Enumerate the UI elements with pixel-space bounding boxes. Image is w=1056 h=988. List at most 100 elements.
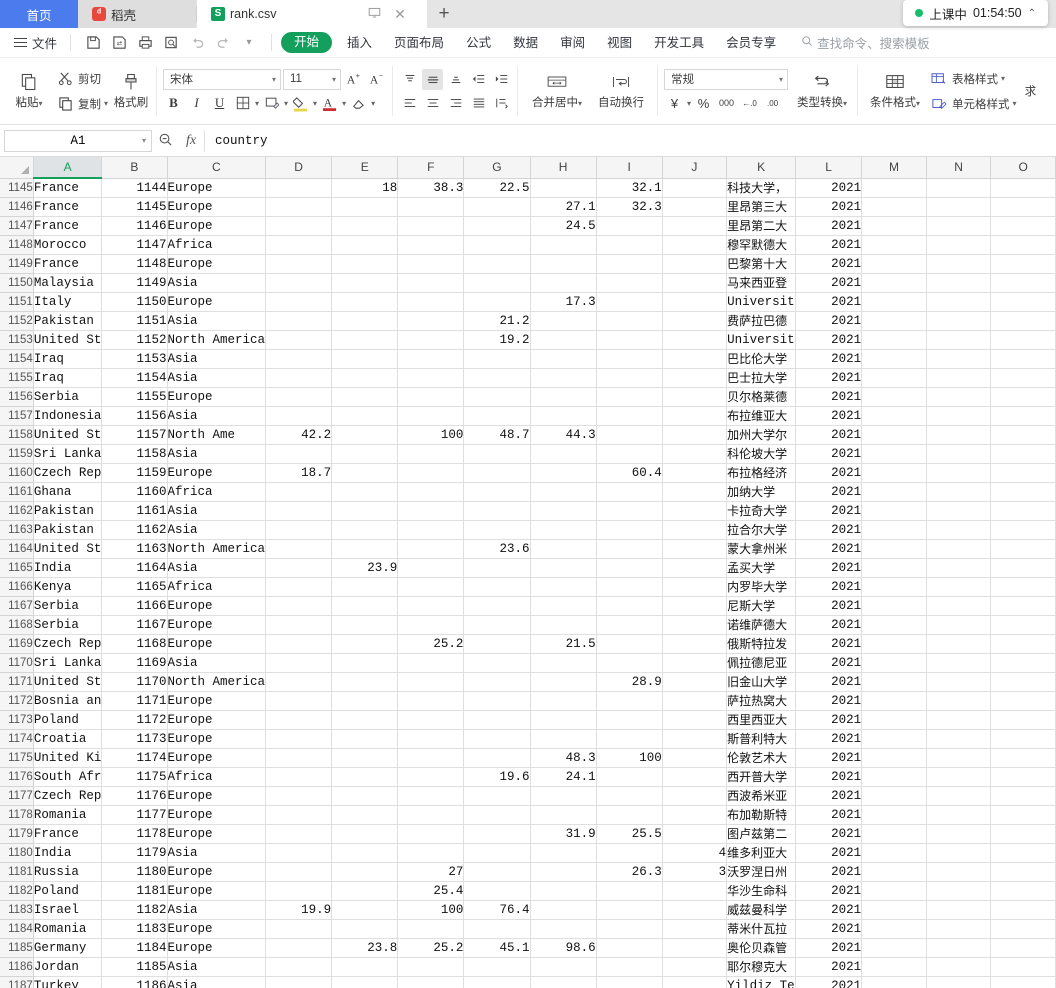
chevron-down-icon[interactable]: ▾ <box>142 136 146 146</box>
cell-L1175[interactable]: 2021 <box>795 748 863 768</box>
cell-B1176[interactable]: 1175 <box>101 767 168 787</box>
cell-K1176[interactable]: 西开普大学 <box>726 767 797 787</box>
cell-D1171[interactable] <box>265 672 333 692</box>
cell-D1151[interactable] <box>265 292 333 312</box>
cell-D1170[interactable] <box>265 653 333 673</box>
row-header-1162[interactable]: 1162 <box>0 501 34 521</box>
cell-C1181[interactable]: Europe <box>167 862 267 882</box>
cell-L1177[interactable]: 2021 <box>795 786 863 806</box>
chevron-down-icon[interactable]: ▾ <box>313 99 317 108</box>
cell-N1166[interactable] <box>926 577 992 597</box>
cell-N1157[interactable] <box>926 406 992 426</box>
type-convert-button[interactable]: 类型转换▾ <box>792 60 852 122</box>
cell-K1147[interactable]: 里昂第二大 <box>726 216 797 236</box>
cell-G1150[interactable] <box>463 273 531 293</box>
ribbon-tab-data[interactable]: 数据 <box>502 28 549 58</box>
cell-A1161[interactable]: Ghana <box>33 482 103 502</box>
cell-A1184[interactable]: Romania <box>33 919 103 939</box>
row-header-1170[interactable]: 1170 <box>0 653 34 673</box>
cell-J1165[interactable] <box>662 558 728 578</box>
cell-B1159[interactable]: 1158 <box>101 444 168 464</box>
format-painter-button[interactable]: 格式刷 <box>111 60 151 122</box>
cell-J1167[interactable] <box>662 596 728 616</box>
cell-K1173[interactable]: 西里西亚大 <box>726 710 797 730</box>
cell-I1179[interactable]: 25.5 <box>596 824 663 844</box>
cell-N1185[interactable] <box>926 938 992 958</box>
cell-J1166[interactable] <box>662 577 728 597</box>
cell-A1169[interactable]: Czech Rep <box>33 634 103 654</box>
cell-I1178[interactable] <box>596 805 663 825</box>
row-header-1171[interactable]: 1171 <box>0 672 34 692</box>
cell-G1174[interactable] <box>463 729 531 749</box>
cell-E1158[interactable] <box>331 425 399 445</box>
cell-M1165[interactable] <box>861 558 927 578</box>
cell-M1179[interactable] <box>861 824 927 844</box>
cell-J1154[interactable] <box>662 349 728 369</box>
cell-A1183[interactable]: Israel <box>33 900 103 920</box>
cell-K1160[interactable]: 布拉格经济 <box>726 463 797 483</box>
cell-M1167[interactable] <box>861 596 927 616</box>
cell-E1157[interactable] <box>331 406 399 426</box>
cell-K1184[interactable]: 蒂米什瓦拉 <box>726 919 797 939</box>
cell-B1161[interactable]: 1160 <box>101 482 168 502</box>
cell-I1183[interactable] <box>596 900 663 920</box>
cell-E1148[interactable] <box>331 235 399 255</box>
cell-N1151[interactable] <box>926 292 992 312</box>
cell-E1184[interactable] <box>331 919 399 939</box>
cell-H1175[interactable]: 48.3 <box>530 748 597 768</box>
cell-C1155[interactable]: Asia <box>167 368 267 388</box>
tab-home[interactable]: 首页 <box>0 0 78 28</box>
cell-E1175[interactable] <box>331 748 399 768</box>
cell-G1182[interactable] <box>463 881 531 901</box>
cell-N1170[interactable] <box>926 653 992 673</box>
row-header-1156[interactable]: 1156 <box>0 387 34 407</box>
cell-O1156[interactable] <box>990 387 1056 407</box>
cell-H1183[interactable] <box>530 900 597 920</box>
cell-A1187[interactable]: Turkey <box>33 976 103 988</box>
cell-B1154[interactable]: 1153 <box>101 349 168 369</box>
cell-N1149[interactable] <box>926 254 992 274</box>
cell-L1186[interactable]: 2021 <box>795 957 863 977</box>
cell-L1162[interactable]: 2021 <box>795 501 863 521</box>
cell-G1163[interactable] <box>463 520 531 540</box>
cell-N1171[interactable] <box>926 672 992 692</box>
cell-H1170[interactable] <box>530 653 597 673</box>
cell-I1165[interactable] <box>596 558 663 578</box>
cell-L1167[interactable]: 2021 <box>795 596 863 616</box>
row-header-1151[interactable]: 1151 <box>0 292 34 312</box>
cell-O1168[interactable] <box>990 615 1056 635</box>
cell-I1156[interactable] <box>596 387 663 407</box>
cell-A1160[interactable]: Czech Rep <box>33 463 103 483</box>
currency-format-button[interactable]: ¥ <box>664 93 685 114</box>
cell-A1156[interactable]: Serbia <box>33 387 103 407</box>
cell-C1166[interactable]: Africa <box>167 577 267 597</box>
cell-H1171[interactable] <box>530 672 597 692</box>
name-box[interactable]: A1 ▾ <box>4 129 152 152</box>
cell-L1173[interactable]: 2021 <box>795 710 863 730</box>
cell-B1184[interactable]: 1183 <box>101 919 168 939</box>
cell-D1161[interactable] <box>265 482 333 502</box>
cell-B1181[interactable]: 1180 <box>101 862 168 882</box>
chevron-down-icon[interactable]: ▾ <box>324 75 336 84</box>
cell-D1186[interactable] <box>265 957 333 977</box>
cell-O1157[interactable] <box>990 406 1056 426</box>
cell-J1186[interactable] <box>662 957 728 977</box>
cell-I1181[interactable]: 26.3 <box>596 862 663 882</box>
cell-O1158[interactable] <box>990 425 1056 445</box>
cell-K1167[interactable]: 尼斯大学 <box>726 596 797 616</box>
cell-J1158[interactable] <box>662 425 728 445</box>
cell-E1156[interactable] <box>331 387 399 407</box>
cell-E1177[interactable] <box>331 786 399 806</box>
ribbon-tab-start[interactable]: 开始 <box>281 32 333 53</box>
cell-J1187[interactable] <box>662 976 728 988</box>
cell-J1162[interactable] <box>662 501 728 521</box>
fill-color-button[interactable] <box>290 93 311 114</box>
cell-G1176[interactable]: 19.6 <box>463 767 531 787</box>
cell-B1182[interactable]: 1181 <box>101 881 168 901</box>
cell-L1170[interactable]: 2021 <box>795 653 863 673</box>
row-header-1173[interactable]: 1173 <box>0 710 34 730</box>
cell-J1169[interactable] <box>662 634 728 654</box>
cell-O1151[interactable] <box>990 292 1056 312</box>
cell-N1150[interactable] <box>926 273 992 293</box>
cell-A1171[interactable]: United St <box>33 672 103 692</box>
